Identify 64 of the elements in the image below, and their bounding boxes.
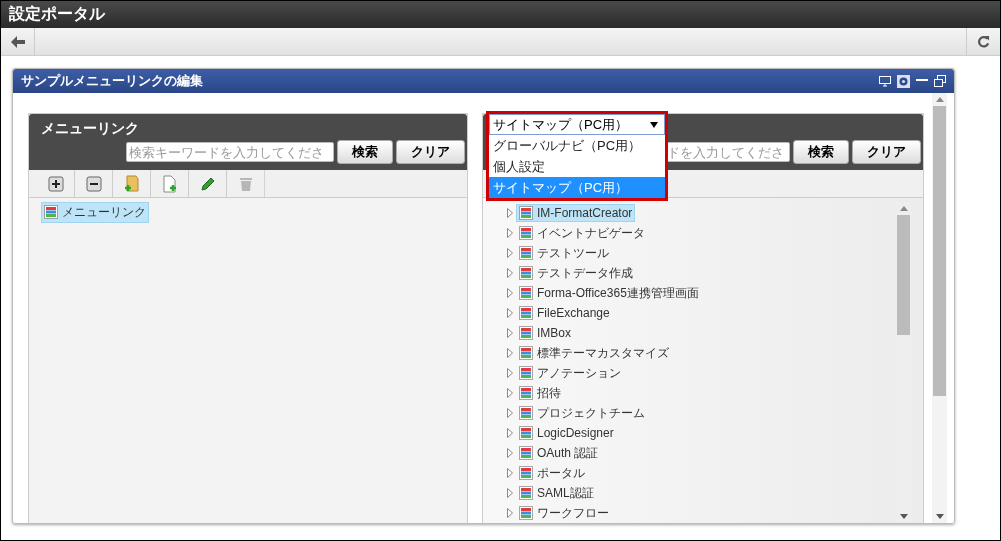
tree-item-label[interactable]: テストツール <box>516 242 612 264</box>
tree-item-label[interactable]: 標準テーマカスタマイズ <box>516 342 672 364</box>
tree-item-label[interactable]: Forma-Office365連携管理画面 <box>516 282 702 304</box>
folder-add-icon <box>123 174 140 193</box>
list-icon <box>519 426 533 440</box>
scroll-down-icon[interactable] <box>935 514 944 519</box>
tree-item-label[interactable]: ワークフロー <box>516 502 612 523</box>
search-field[interactable]: 検索キーワードを入力してくださ <box>126 142 334 162</box>
settings-icon[interactable] <box>897 74 910 88</box>
list-icon <box>44 205 58 219</box>
list-icon <box>519 506 533 520</box>
tree-item-label[interactable]: IM-FormatCreator <box>516 204 636 222</box>
window-title: 設定ポータル <box>9 4 105 25</box>
pencil-icon <box>199 175 216 192</box>
scroll-down-icon[interactable] <box>899 514 908 519</box>
tree-item-label[interactable]: SAML認証 <box>516 482 597 504</box>
search-action-button[interactable]: クリア <box>396 140 465 164</box>
tree-item-label[interactable]: OAuth 認証 <box>516 442 602 464</box>
minus-icon <box>85 175 102 192</box>
tree-item-label[interactable]: メニューリンク <box>41 201 149 223</box>
restore-icon[interactable] <box>934 75 946 87</box>
tree-item-label[interactable]: アノテーション <box>516 362 624 384</box>
list-icon <box>519 286 533 300</box>
list-icon <box>519 226 533 240</box>
scroll-thumb[interactable] <box>933 106 946 396</box>
scroll-up-icon[interactable] <box>935 97 944 102</box>
trash-icon <box>237 175 254 192</box>
tree-item-label[interactable]: ポータル <box>516 462 588 484</box>
scroll-thumb[interactable] <box>897 215 910 335</box>
tree-item-label[interactable]: イベントナビゲータ <box>516 222 648 244</box>
dropdown-option[interactable]: 個人設定 <box>489 156 665 177</box>
tree-item-label[interactable]: 招待 <box>516 382 564 404</box>
list-icon <box>519 446 533 460</box>
refresh-icon <box>977 35 990 49</box>
list-icon <box>519 246 533 260</box>
tree-item-label[interactable]: IMBox <box>516 324 574 342</box>
list-icon <box>519 386 533 400</box>
list-icon <box>519 486 533 500</box>
tree-item-label[interactable]: FileExchange <box>516 304 613 322</box>
search-action-button[interactable]: クリア <box>852 140 921 164</box>
list-icon <box>519 206 533 220</box>
monitor-icon[interactable] <box>879 75 891 87</box>
list-icon <box>519 366 533 380</box>
document-add-icon <box>161 174 178 193</box>
list-icon <box>519 346 533 360</box>
tree-item-label[interactable]: プロジェクトチーム <box>516 402 648 424</box>
list-icon <box>519 406 533 420</box>
back-arrow-icon <box>10 35 25 48</box>
tree-item-label[interactable]: LogicDesigner <box>516 424 617 442</box>
search-action-button[interactable]: 検索 <box>793 140 849 164</box>
search-action-button[interactable]: 検索 <box>337 140 393 164</box>
portlet-title: サンプルメニューリンクの編集 <box>21 72 203 90</box>
list-icon <box>519 266 533 280</box>
map-select[interactable]: サイトマップ（PC用） <box>489 114 665 135</box>
panel-title: メニューリンク <box>41 120 140 138</box>
list-icon <box>519 326 533 340</box>
caret-icon <box>650 121 658 128</box>
dropdown-option[interactable]: グローバルナビ（PC用） <box>489 135 665 156</box>
plus-icon <box>47 175 64 192</box>
scroll-up-icon[interactable] <box>899 206 908 211</box>
list-icon <box>519 306 533 320</box>
minimize-icon[interactable] <box>916 79 928 83</box>
tree-item-label[interactable]: テストデータ作成 <box>516 262 636 284</box>
list-icon <box>519 466 533 480</box>
